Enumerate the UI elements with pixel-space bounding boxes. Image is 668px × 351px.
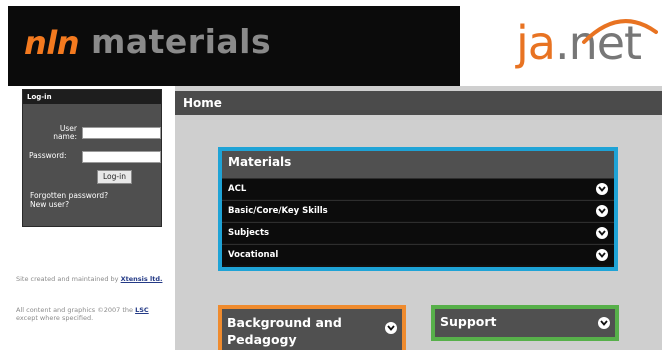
login-panel: Log-in User name: Password: Log-in Forgo… [22, 89, 162, 227]
home-bar: Home [175, 91, 662, 115]
menu-item-label: Subjects [228, 228, 270, 238]
materials-header: Materials [222, 151, 614, 178]
background-pedagogy-menu[interactable]: Background and Pedagogy [218, 305, 406, 350]
menu-item-subjects[interactable]: Subjects [222, 222, 614, 243]
login-title: Log-in [23, 90, 161, 104]
materials-title: Materials [228, 155, 292, 169]
chevron-down-icon[interactable] [596, 205, 608, 217]
header-banner: nln materials [8, 6, 460, 86]
lsc-link[interactable]: LSC [135, 306, 149, 314]
page-title: Home [183, 96, 222, 110]
new-user-link[interactable]: New user? [30, 200, 69, 209]
background-pedagogy-title: Background and Pedagogy [227, 315, 342, 347]
password-label: Password: [29, 151, 67, 160]
copyright-text: All content and graphics ©2007 the [16, 306, 134, 314]
materials-menu: Materials ACL Basic/Core/Key Skills Subj… [218, 147, 618, 271]
logo-materials[interactable]: materials [91, 22, 271, 61]
site-credit: Site created and maintained by Xtensis l… [16, 275, 166, 283]
left-column: Log-in User name: Password: Log-in Forgo… [8, 86, 175, 350]
janet-logo-ja: ja [516, 16, 556, 70]
login-button[interactable]: Log-in [97, 170, 132, 184]
janet-swoosh-icon [582, 19, 658, 44]
xtensis-link[interactable]: Xtensis ltd. [121, 275, 163, 283]
chevron-down-icon[interactable] [598, 317, 610, 329]
site-credit-text: Site created and maintained by [16, 275, 119, 283]
menu-item-label: Basic/Core/Key Skills [228, 206, 328, 216]
username-label: User name: [53, 124, 77, 141]
menu-item-label: Vocational [228, 250, 279, 260]
chevron-down-icon[interactable] [385, 322, 397, 334]
partner-logo-area: ja.net [460, 6, 662, 86]
username-input[interactable] [82, 127, 161, 139]
copyright-notice: All content and graphics ©2007 the LSC e… [16, 306, 166, 322]
copyright-suffix: except where specified. [16, 314, 94, 322]
chevron-down-icon[interactable] [596, 227, 608, 239]
page-frame: nln materials ja.net Log-in User name: P… [8, 6, 662, 350]
menu-item-acl[interactable]: ACL [222, 178, 614, 199]
password-input[interactable] [82, 151, 161, 163]
support-title: Support [440, 314, 497, 329]
forgot-password-link[interactable]: Forgotten password? [30, 191, 108, 200]
main-content: Home Materials ACL Basic/Core/Key Skills… [175, 86, 662, 350]
menu-item-basic-core-key-skills[interactable]: Basic/Core/Key Skills [222, 200, 614, 221]
chevron-down-icon[interactable] [596, 183, 608, 195]
logo-nln[interactable]: nln [24, 24, 80, 62]
menu-item-vocational[interactable]: Vocational [222, 244, 614, 265]
chevron-down-icon[interactable] [596, 249, 608, 261]
support-menu[interactable]: Support [431, 305, 619, 341]
menu-item-label: ACL [228, 184, 247, 194]
